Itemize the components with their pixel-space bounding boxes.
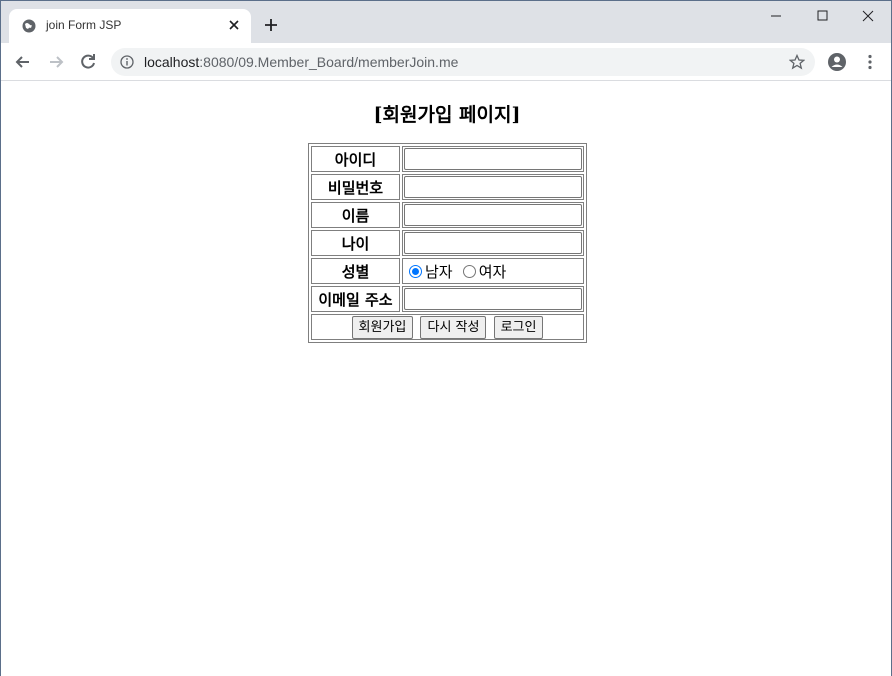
age-input[interactable] bbox=[404, 232, 582, 254]
id-label: 아이디 bbox=[311, 146, 400, 172]
gender-option-female[interactable]: 여자 bbox=[458, 261, 507, 282]
url-text[interactable]: localhost:8080/09.Member_Board/memberJoi… bbox=[144, 54, 458, 70]
browser-window: join Form JSP localhost:8080/09.Member_B… bbox=[0, 0, 892, 676]
join-form-table: 아이디 비밀번호 이름 나이 성별 남자 여자 이메일 주소 회원가입 다시 작… bbox=[308, 143, 587, 343]
form-row-email: 이메일 주소 bbox=[311, 286, 584, 312]
female-radio-label: 여자 bbox=[478, 262, 507, 281]
tab-strip: join Form JSP bbox=[1, 1, 891, 43]
email-input[interactable] bbox=[404, 288, 582, 310]
female-radio[interactable] bbox=[462, 264, 476, 278]
form-row-password: 비밀번호 bbox=[311, 174, 584, 200]
plus-icon[interactable] bbox=[263, 17, 279, 33]
email-label: 이메일 주소 bbox=[311, 286, 400, 312]
form-row-gender: 성별 남자 여자 bbox=[311, 258, 584, 284]
bookmark-star-icon[interactable] bbox=[789, 54, 805, 70]
maximize-icon[interactable] bbox=[799, 1, 845, 31]
page-title: [회원가입 페이지] bbox=[373, 104, 521, 126]
male-radio[interactable] bbox=[409, 264, 422, 278]
url-host: localhost bbox=[144, 54, 200, 70]
password-input[interactable] bbox=[404, 176, 582, 198]
male-radio-label: 남자 bbox=[425, 262, 453, 281]
url-path: :8080/09.Member_Board/memberJoin.me bbox=[199, 54, 459, 70]
forward-arrow-icon[interactable] bbox=[46, 52, 66, 72]
name-label: 이름 bbox=[311, 202, 400, 228]
tab-title: join Form JSP bbox=[46, 18, 122, 32]
form-row-age: 나이 bbox=[311, 230, 584, 256]
window-close-icon[interactable] bbox=[845, 1, 891, 31]
close-icon[interactable] bbox=[227, 18, 241, 32]
minimize-icon[interactable] bbox=[753, 1, 799, 31]
more-vertical-icon[interactable] bbox=[861, 53, 879, 71]
back-arrow-icon[interactable] bbox=[13, 52, 33, 72]
info-icon[interactable] bbox=[120, 55, 134, 69]
name-input[interactable] bbox=[404, 204, 582, 226]
age-label: 나이 bbox=[311, 230, 400, 256]
reload-icon[interactable] bbox=[78, 52, 98, 72]
globe-icon bbox=[22, 19, 36, 33]
profile-avatar-icon[interactable] bbox=[827, 52, 847, 72]
browser-tab[interactable]: join Form JSP bbox=[9, 9, 251, 43]
login-button[interactable]: 로그인 bbox=[493, 315, 544, 339]
id-input[interactable] bbox=[404, 148, 582, 170]
reset-button[interactable]: 다시 작성 bbox=[420, 315, 487, 339]
password-label: 비밀번호 bbox=[311, 174, 400, 200]
browser-toolbar: localhost:8080/09.Member_Board/memberJoi… bbox=[1, 43, 891, 81]
button-cell: 회원가입 다시 작성 로그인 bbox=[311, 314, 584, 340]
form-row-id: 아이디 bbox=[311, 146, 584, 172]
page-content: [회원가입 페이지] 아이디 비밀번호 이름 나이 성별 남자 여자 이메일 주… bbox=[1, 82, 891, 676]
gender-option-male[interactable]: 남자 bbox=[404, 261, 453, 282]
gender-label: 성별 bbox=[311, 258, 400, 284]
form-row-buttons: 회원가입 다시 작성 로그인 bbox=[311, 314, 584, 340]
form-row-name: 이름 bbox=[311, 202, 584, 228]
join-button[interactable]: 회원가입 bbox=[351, 315, 414, 339]
address-bar[interactable]: localhost:8080/09.Member_Board/memberJoi… bbox=[111, 48, 815, 76]
